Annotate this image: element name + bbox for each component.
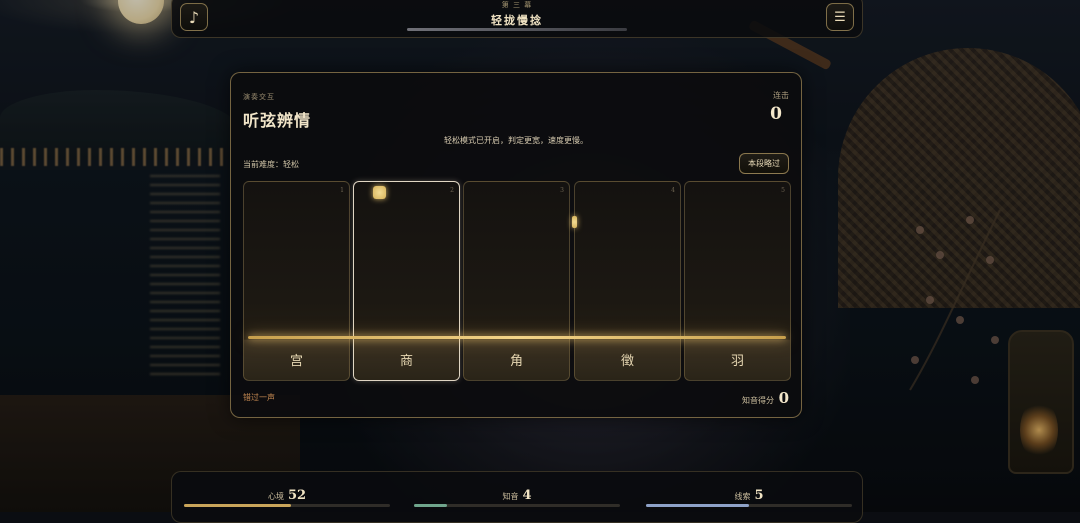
mood-meter bbox=[184, 504, 390, 507]
combo-value: 0 bbox=[770, 104, 782, 124]
chapter-label: 第 三 幕 bbox=[501, 1, 533, 9]
story-progress-bar bbox=[407, 28, 627, 31]
lane-number: 2 bbox=[450, 187, 454, 194]
rhythm-game-panel: 演奏交互 听弦辨情 连击 0 轻松模式已开启，判定更宽，速度更慢。 当前难度：轻… bbox=[230, 72, 802, 418]
judgement-line bbox=[248, 336, 786, 339]
falling-note bbox=[373, 186, 386, 199]
lane-label: 宫 bbox=[289, 354, 303, 369]
stat-clues: 线索 5 bbox=[646, 484, 852, 514]
stat-zhiyin: 知音 4 bbox=[414, 484, 620, 514]
panel-title: 听弦辨情 bbox=[243, 111, 312, 130]
score-value: 0 bbox=[778, 389, 789, 407]
panel-eyebrow: 演奏交互 bbox=[243, 93, 275, 101]
skip-section-button[interactable]: 本段略过 bbox=[739, 153, 789, 174]
falling-note bbox=[572, 216, 577, 228]
stat-label: 知音 bbox=[502, 492, 519, 501]
clues-meter-fill bbox=[646, 504, 749, 507]
stat-label: 线索 bbox=[734, 492, 751, 501]
note-lanes: 1 宫 2 商 3 角 4 徵 5 羽 bbox=[243, 181, 791, 381]
lane-label: 商 bbox=[399, 354, 413, 369]
lane-number: 3 bbox=[560, 187, 564, 194]
zhiyin-meter bbox=[414, 504, 620, 507]
clues-meter bbox=[646, 504, 852, 507]
stat-label: 心境 bbox=[267, 492, 284, 501]
stat-value: 52 bbox=[287, 488, 307, 503]
menu-button[interactable]: ☰ bbox=[826, 3, 854, 31]
lane-jue[interactable]: 3 角 bbox=[463, 181, 570, 381]
score-label: 知音得分 bbox=[742, 396, 774, 405]
scene-title: 轻拢慢捻 bbox=[491, 14, 543, 27]
lane-zhi[interactable]: 4 徵 bbox=[574, 181, 681, 381]
status-bar: 心境 52 知音 4 线索 5 bbox=[171, 471, 863, 523]
zhiyin-meter-fill bbox=[414, 504, 447, 507]
lane-number: 1 bbox=[340, 187, 344, 194]
lane-number: 4 bbox=[671, 187, 675, 194]
lane-label: 羽 bbox=[730, 354, 744, 369]
stat-value: 5 bbox=[754, 488, 764, 503]
mood-meter-fill bbox=[184, 504, 292, 507]
mode-notice: 轻松模式已开启，判定更宽，速度更慢。 bbox=[444, 136, 588, 145]
miss-indicator: 错过一声 bbox=[243, 393, 275, 402]
difficulty-label: 当前难度：轻松 bbox=[243, 160, 299, 169]
hamburger-menu-icon: ☰ bbox=[834, 9, 846, 25]
top-bar: ♪ 第 三 幕 轻拢慢捻 ☰ bbox=[171, 0, 863, 38]
stat-mood: 心境 52 bbox=[184, 484, 390, 514]
combo-label: 连击 bbox=[773, 91, 789, 100]
lane-label: 角 bbox=[509, 354, 523, 369]
lane-yu[interactable]: 5 羽 bbox=[684, 181, 791, 381]
lane-number: 5 bbox=[781, 187, 785, 194]
lane-label: 徵 bbox=[620, 354, 634, 369]
stat-value: 4 bbox=[522, 488, 532, 503]
lane-gong[interactable]: 1 宫 bbox=[243, 181, 350, 381]
lane-shang[interactable]: 2 商 bbox=[353, 181, 460, 381]
